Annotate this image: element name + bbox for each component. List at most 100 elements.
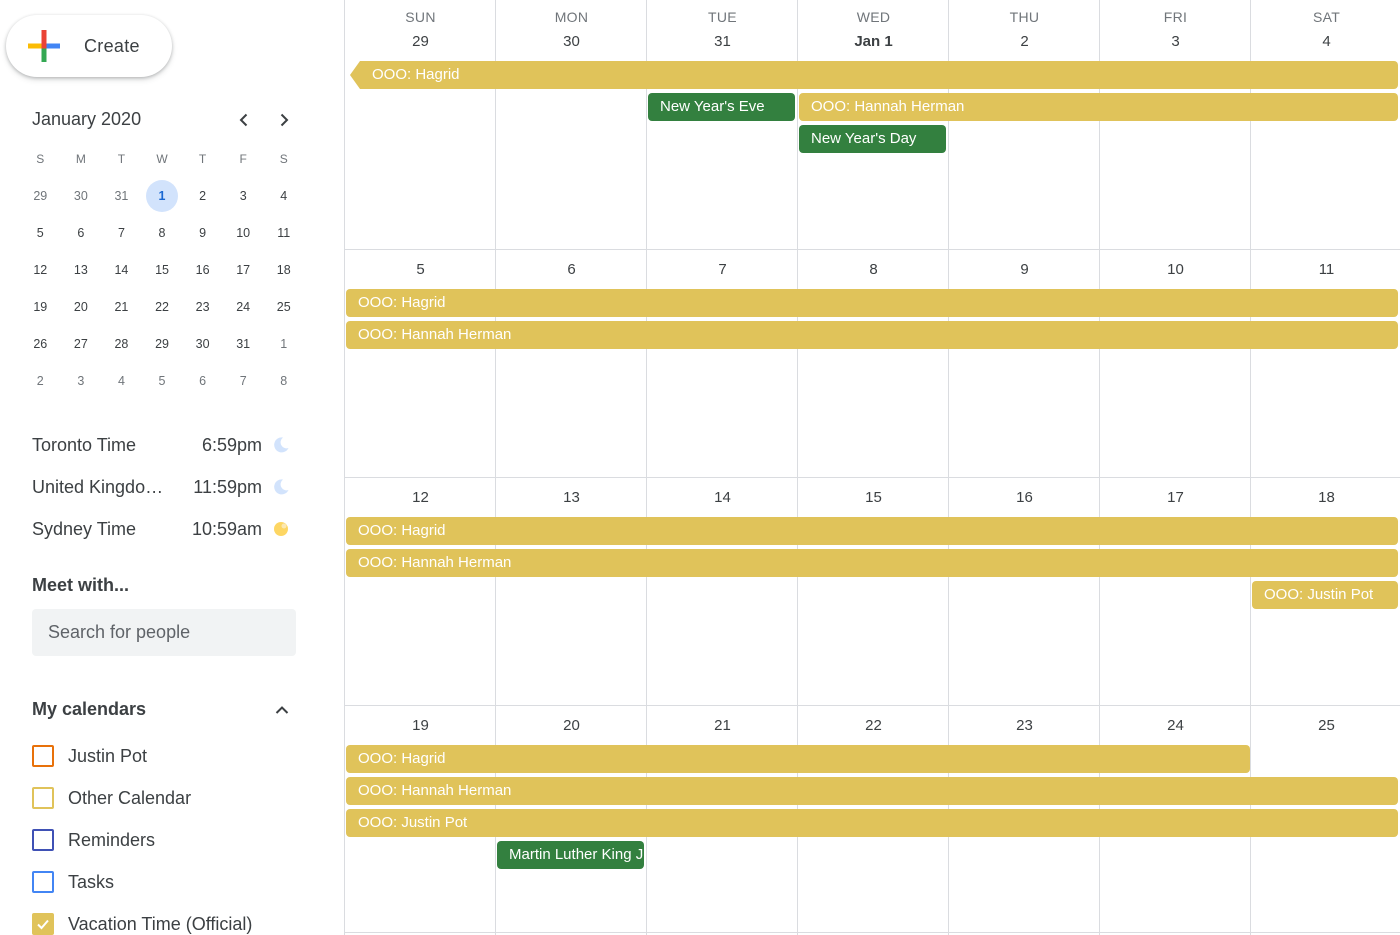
- calendar-item[interactable]: Reminders: [32, 828, 155, 852]
- calendar-event[interactable]: New Year's Eve: [648, 93, 795, 121]
- day-number[interactable]: 5: [345, 261, 496, 278]
- mini-day[interactable]: 10: [223, 214, 264, 251]
- day-number[interactable]: 10: [1100, 261, 1251, 278]
- calendar-event[interactable]: OOO: Hagrid: [346, 517, 1398, 545]
- checkbox[interactable]: [32, 745, 54, 767]
- mini-day[interactable]: 6: [61, 214, 102, 251]
- mini-day[interactable]: 7: [223, 362, 264, 399]
- mini-day[interactable]: 2: [20, 362, 61, 399]
- calendar-item[interactable]: Justin Pot: [32, 744, 147, 768]
- day-number[interactable]: 11: [1251, 261, 1400, 278]
- day-number[interactable]: 7: [647, 261, 798, 278]
- day-number[interactable]: 20: [496, 717, 647, 734]
- prev-month-button[interactable]: [230, 106, 258, 134]
- day-number[interactable]: 21: [647, 717, 798, 734]
- day-number[interactable]: Jan 1: [798, 33, 949, 50]
- calendar-event[interactable]: Martin Luther King Jr. Day: [497, 841, 644, 869]
- mini-day[interactable]: 2: [182, 177, 223, 214]
- mini-day[interactable]: 6: [182, 362, 223, 399]
- mini-day[interactable]: 3: [61, 362, 102, 399]
- mini-day[interactable]: 19: [20, 288, 61, 325]
- mini-day[interactable]: 27: [61, 325, 102, 362]
- day-number[interactable]: 31: [647, 33, 798, 50]
- mini-day[interactable]: 4: [263, 177, 304, 214]
- day-number[interactable]: 16: [949, 489, 1100, 506]
- mini-day[interactable]: 30: [182, 325, 223, 362]
- day-number[interactable]: 17: [1100, 489, 1251, 506]
- calendar-item[interactable]: Other Calendar: [32, 786, 191, 810]
- create-button[interactable]: Create: [6, 15, 172, 77]
- calendar-item[interactable]: Vacation Time (Official): [32, 912, 252, 935]
- mini-day-today[interactable]: 1: [142, 177, 183, 214]
- mini-day[interactable]: 23: [182, 288, 223, 325]
- day-number[interactable]: 15: [798, 489, 949, 506]
- calendar-event[interactable]: OOO: Hannah Herman: [346, 321, 1398, 349]
- mini-day[interactable]: 13: [61, 251, 102, 288]
- day-number[interactable]: 24: [1100, 717, 1251, 734]
- calendar-item[interactable]: Tasks: [32, 870, 114, 894]
- calendar-event[interactable]: OOO: Justin Pot: [346, 809, 1398, 837]
- day-number[interactable]: 8: [798, 261, 949, 278]
- day-number[interactable]: 3: [1100, 33, 1251, 50]
- mini-day[interactable]: 12: [20, 251, 61, 288]
- mini-day[interactable]: 29: [20, 177, 61, 214]
- mini-day[interactable]: 8: [142, 214, 183, 251]
- time-zone-name: Toronto Time: [32, 434, 137, 455]
- day-number[interactable]: 19: [345, 717, 496, 734]
- mini-day[interactable]: 29: [142, 325, 183, 362]
- calendar-event[interactable]: OOO: Hagrid: [360, 61, 1398, 89]
- mini-day[interactable]: 15: [142, 251, 183, 288]
- day-number[interactable]: 6: [496, 261, 647, 278]
- day-number[interactable]: 13: [496, 489, 647, 506]
- checkbox[interactable]: [32, 829, 54, 851]
- day-number[interactable]: 12: [345, 489, 496, 506]
- calendar-event[interactable]: OOO: Justin Pot: [1252, 581, 1398, 609]
- calendar-event[interactable]: OOO: Hagrid: [346, 289, 1398, 317]
- mini-day[interactable]: 24: [223, 288, 264, 325]
- mini-day[interactable]: 5: [20, 214, 61, 251]
- mini-day[interactable]: 7: [101, 214, 142, 251]
- calendar-event[interactable]: OOO: Hannah Herman: [799, 93, 1398, 121]
- mini-day[interactable]: 4: [101, 362, 142, 399]
- checkbox[interactable]: [32, 871, 54, 893]
- mini-day[interactable]: 28: [101, 325, 142, 362]
- day-number[interactable]: 14: [647, 489, 798, 506]
- checkbox[interactable]: [32, 787, 54, 809]
- day-number[interactable]: 2: [949, 33, 1100, 50]
- calendar-event[interactable]: New Year's Day: [799, 125, 946, 153]
- calendar-event[interactable]: OOO: Hagrid: [346, 745, 1250, 773]
- my-calendars-collapse-button[interactable]: [268, 697, 296, 723]
- day-number[interactable]: 18: [1251, 489, 1400, 506]
- mini-day[interactable]: 17: [223, 251, 264, 288]
- day-number[interactable]: 29: [345, 33, 496, 50]
- day-number[interactable]: 4: [1251, 33, 1400, 50]
- mini-day[interactable]: 5: [142, 362, 183, 399]
- mini-day[interactable]: 16: [182, 251, 223, 288]
- next-month-button[interactable]: [270, 106, 298, 134]
- day-number[interactable]: 22: [798, 717, 949, 734]
- mini-day[interactable]: 26: [20, 325, 61, 362]
- day-number[interactable]: 9: [949, 261, 1100, 278]
- mini-day[interactable]: 31: [101, 177, 142, 214]
- checkbox-checked[interactable]: [32, 913, 54, 935]
- mini-day[interactable]: 8: [263, 362, 304, 399]
- mini-day[interactable]: 9: [182, 214, 223, 251]
- week-divider: [345, 705, 1400, 706]
- mini-day[interactable]: 1: [263, 325, 304, 362]
- day-number[interactable]: 30: [496, 33, 647, 50]
- mini-day[interactable]: 11: [263, 214, 304, 251]
- mini-day[interactable]: 30: [61, 177, 102, 214]
- search-people-input[interactable]: [32, 609, 296, 656]
- day-number[interactable]: 25: [1251, 717, 1400, 734]
- day-number[interactable]: 23: [949, 717, 1100, 734]
- mini-day[interactable]: 3: [223, 177, 264, 214]
- mini-day[interactable]: 20: [61, 288, 102, 325]
- mini-day[interactable]: 21: [101, 288, 142, 325]
- mini-day[interactable]: 18: [263, 251, 304, 288]
- calendar-event[interactable]: OOO: Hannah Herman: [346, 777, 1398, 805]
- mini-day[interactable]: 25: [263, 288, 304, 325]
- mini-day[interactable]: 14: [101, 251, 142, 288]
- mini-day[interactable]: 22: [142, 288, 183, 325]
- calendar-event[interactable]: OOO: Hannah Herman: [346, 549, 1398, 577]
- mini-day[interactable]: 31: [223, 325, 264, 362]
